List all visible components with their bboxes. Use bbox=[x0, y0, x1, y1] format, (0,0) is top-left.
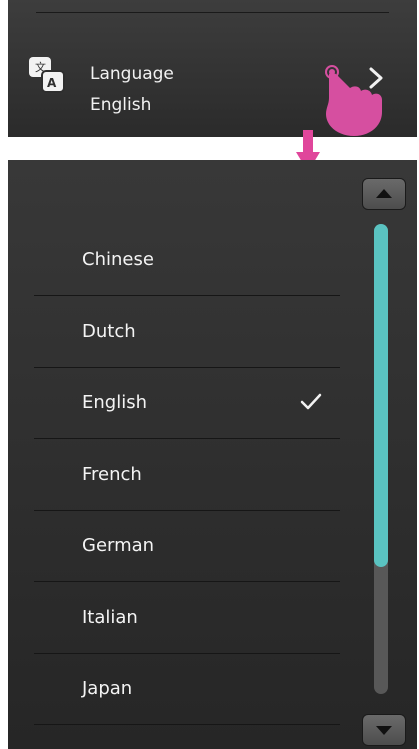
translate-icon: 文 A bbox=[29, 57, 65, 93]
language-option-italian[interactable]: Italian bbox=[34, 582, 340, 654]
scroll-down-button[interactable] bbox=[362, 714, 406, 746]
language-option-dutch[interactable]: Dutch bbox=[34, 296, 340, 368]
language-list[interactable]: Chinese Dutch English French German Italian Ja… bbox=[8, 224, 354, 749]
tap-hand-icon bbox=[325, 65, 382, 136]
language-setting-value: English bbox=[90, 95, 152, 115]
svg-text:A: A bbox=[47, 76, 57, 90]
scrollbar-thumb[interactable] bbox=[374, 224, 388, 567]
language-list-panel: Chinese Dutch English French German Italian Ja… bbox=[8, 160, 417, 749]
divider bbox=[36, 12, 389, 13]
language-option-label: Chinese bbox=[82, 249, 154, 270]
language-option-label: German bbox=[82, 535, 155, 556]
language-setting-title: Language bbox=[90, 64, 174, 84]
language-option-english[interactable]: English bbox=[34, 367, 340, 439]
language-option-japan[interactable]: Japan bbox=[34, 653, 340, 725]
language-option-label: English bbox=[82, 392, 147, 413]
language-option-label: Japan bbox=[82, 678, 133, 699]
language-option-label: French bbox=[82, 464, 142, 485]
scrollbar-track[interactable] bbox=[374, 224, 388, 694]
language-option-label: Dutch bbox=[82, 321, 136, 342]
language-option-french[interactable]: French bbox=[34, 439, 340, 511]
scroll-up-button[interactable] bbox=[362, 178, 406, 210]
language-option-chinese[interactable]: Chinese bbox=[34, 224, 340, 296]
settings-panel: 文 A Language English bbox=[8, 0, 417, 137]
language-option-german[interactable]: German bbox=[34, 510, 340, 582]
checkmark-icon bbox=[300, 393, 322, 410]
language-option-label: Italian bbox=[82, 607, 138, 628]
